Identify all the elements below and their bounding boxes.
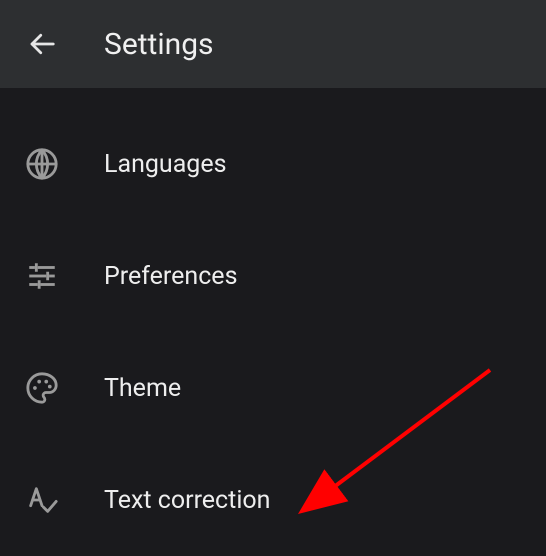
text-correction-icon	[18, 476, 66, 524]
settings-item-label: Text correction	[104, 486, 270, 515]
back-button[interactable]	[18, 20, 66, 68]
settings-item-theme[interactable]: Theme	[0, 332, 546, 444]
page-title: Settings	[104, 27, 214, 62]
settings-item-preferences[interactable]: Preferences	[0, 220, 546, 332]
settings-item-label: Languages	[104, 150, 227, 179]
globe-icon	[18, 140, 66, 188]
settings-item-label: Theme	[104, 374, 181, 403]
settings-list: Languages Preferences	[0, 88, 546, 556]
settings-item-text-correction[interactable]: Text correction	[0, 444, 546, 556]
palette-icon	[18, 364, 66, 412]
app-header: Settings	[0, 0, 546, 88]
sliders-icon	[18, 252, 66, 300]
settings-item-languages[interactable]: Languages	[0, 108, 546, 220]
back-arrow-icon	[27, 29, 57, 59]
settings-item-label: Preferences	[104, 262, 237, 291]
